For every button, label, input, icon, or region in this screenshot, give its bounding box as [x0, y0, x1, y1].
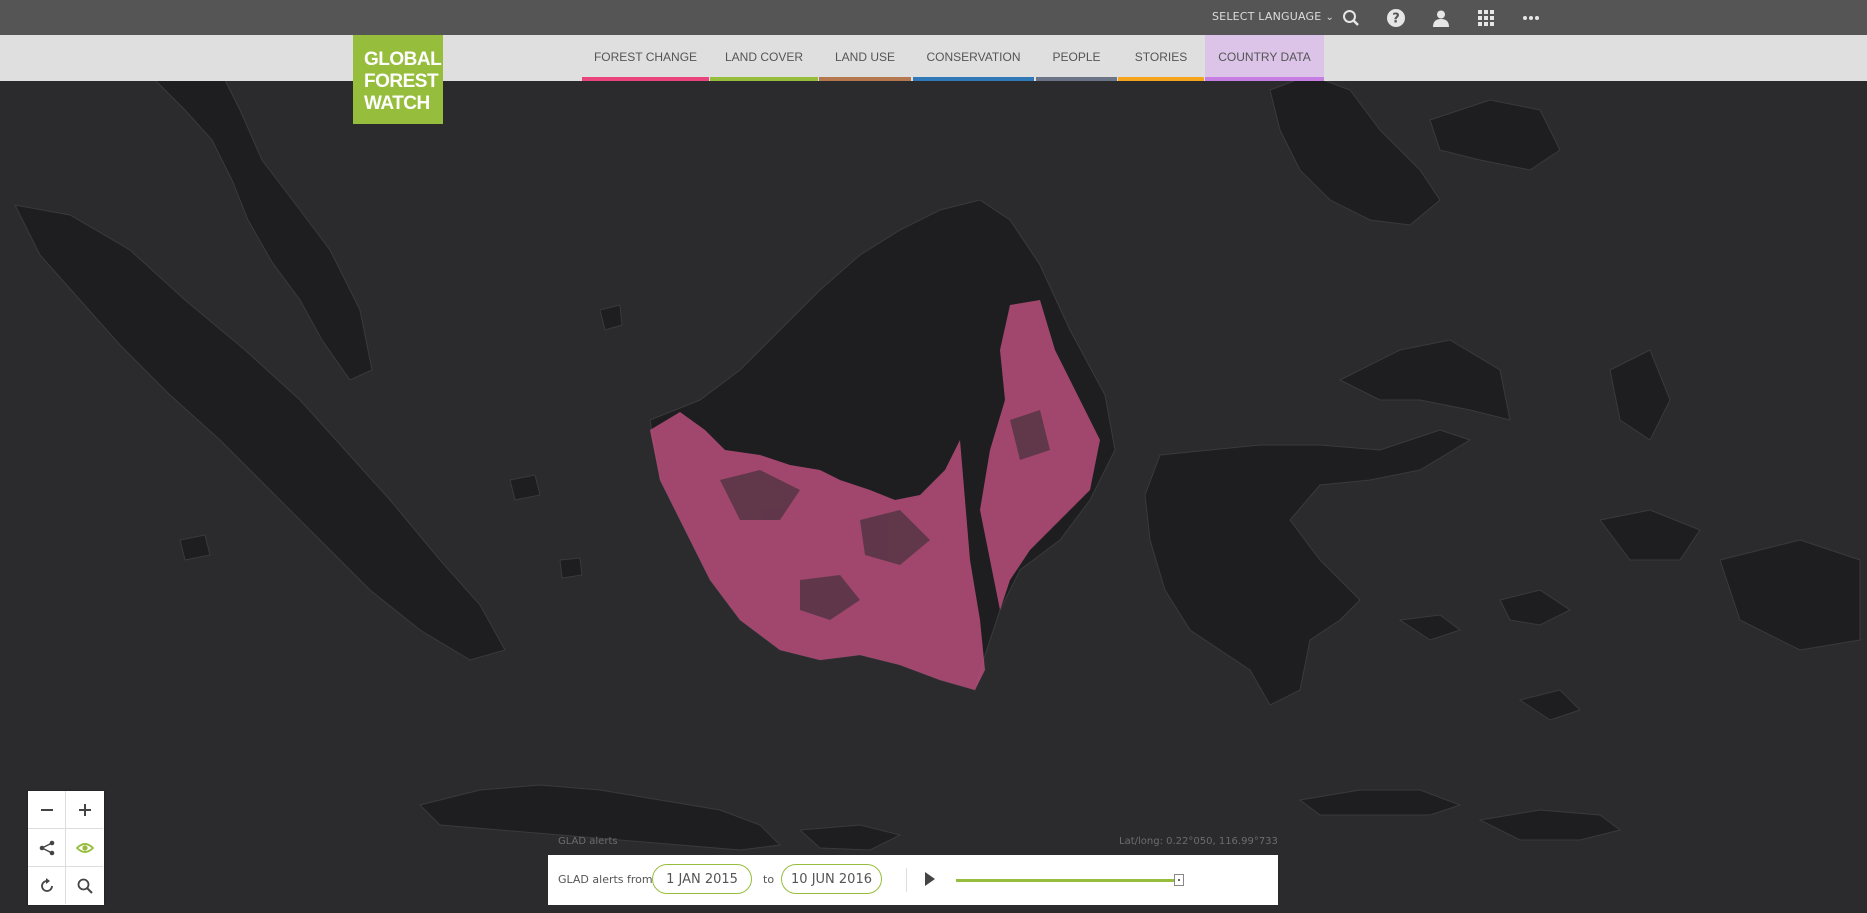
reset-icon [40, 877, 53, 892]
top-bar: SELECT LANGUAGE ⌄ ? [0, 0, 1867, 35]
nav-stories[interactable]: STORIES [1118, 35, 1204, 81]
nav-land-use[interactable]: LAND USE [819, 35, 911, 81]
toggle-visibility-button[interactable] [66, 829, 103, 867]
nav-accent-bar [582, 77, 709, 81]
zoom-out-icon [40, 808, 53, 811]
end-date-picker[interactable]: 10 JUN 2016 [781, 864, 882, 894]
nav-label: LAND COVER [724, 50, 804, 64]
gfw-logo[interactable]: GLOBAL FOREST WATCH [353, 35, 443, 124]
map-search-button[interactable] [66, 867, 103, 904]
nav-accent-bar [913, 77, 1034, 81]
nav-label: CONSERVATION [926, 50, 1021, 64]
timeline-divider [906, 868, 907, 892]
timeline-slider-track[interactable] [956, 879, 1178, 882]
nav-accent-bar [1205, 77, 1324, 81]
help-icon[interactable]: ? [1385, 7, 1407, 29]
nav-country-data[interactable]: COUNTRY DATA [1205, 35, 1324, 81]
select-language-label: SELECT LANGUAGE [1212, 10, 1322, 23]
timeline-panel: GLAD alerts from 1 JAN 2015 to 10 JUN 20… [548, 855, 1278, 905]
logo-line: WATCH [364, 93, 430, 114]
nav-land-cover[interactable]: LAND COVER [710, 35, 818, 81]
zoom-out-button[interactable] [28, 791, 66, 829]
play-button[interactable] [924, 871, 940, 889]
share-button[interactable] [28, 829, 66, 867]
start-date-picker[interactable]: 1 JAN 2015 [652, 864, 752, 894]
select-language-dropdown[interactable]: SELECT LANGUAGE ⌄ [1212, 10, 1334, 23]
nav-label: FOREST CHANGE [593, 50, 698, 64]
search-icon [77, 878, 93, 894]
chevron-down-icon: ⌄ [1325, 12, 1335, 23]
play-icon [925, 872, 935, 886]
nav-label: STORIES [1134, 50, 1188, 64]
eye-icon [75, 842, 94, 853]
end-date-value: 10 JUN 2016 [791, 871, 872, 887]
latlong-readout: Lat/long: 0.22°050, 116.99°733 [1119, 836, 1278, 847]
nav-label: LAND USE [834, 50, 896, 64]
timeline-prefix: GLAD alerts from [558, 873, 653, 886]
logo-line: GLOBAL [364, 49, 442, 70]
zoom-in-icon [78, 803, 91, 816]
nav-accent-bar [1036, 77, 1117, 81]
reset-button[interactable] [28, 867, 66, 904]
apps-grid-icon[interactable] [1475, 7, 1497, 29]
user-icon[interactable] [1430, 7, 1452, 29]
nav-accent-bar [710, 77, 818, 81]
map-controls [28, 791, 104, 905]
nav-label: COUNTRY DATA [1218, 50, 1311, 64]
svg-text:?: ? [1392, 12, 1400, 27]
search-icon[interactable] [1340, 7, 1362, 29]
map-canvas[interactable] [0, 0, 1867, 913]
zoom-in-button[interactable] [66, 791, 103, 829]
nav-label: PEOPLE [1052, 50, 1101, 64]
nav-accent-bar [819, 77, 911, 81]
nav-people[interactable]: PEOPLE [1036, 35, 1117, 81]
more-icon[interactable] [1520, 7, 1542, 29]
start-date-value: 1 JAN 2015 [666, 871, 738, 887]
nav-conservation[interactable]: CONSERVATION [913, 35, 1034, 81]
nav-accent-bar [1118, 77, 1204, 81]
map-layer-label: GLAD alerts [558, 836, 618, 847]
nav-forest-change[interactable]: FOREST CHANGE [582, 35, 709, 81]
share-icon [39, 840, 54, 855]
logo-line: FOREST [364, 71, 439, 92]
timeline-slider-handle[interactable] [1174, 874, 1184, 886]
to-label: to [763, 873, 775, 886]
